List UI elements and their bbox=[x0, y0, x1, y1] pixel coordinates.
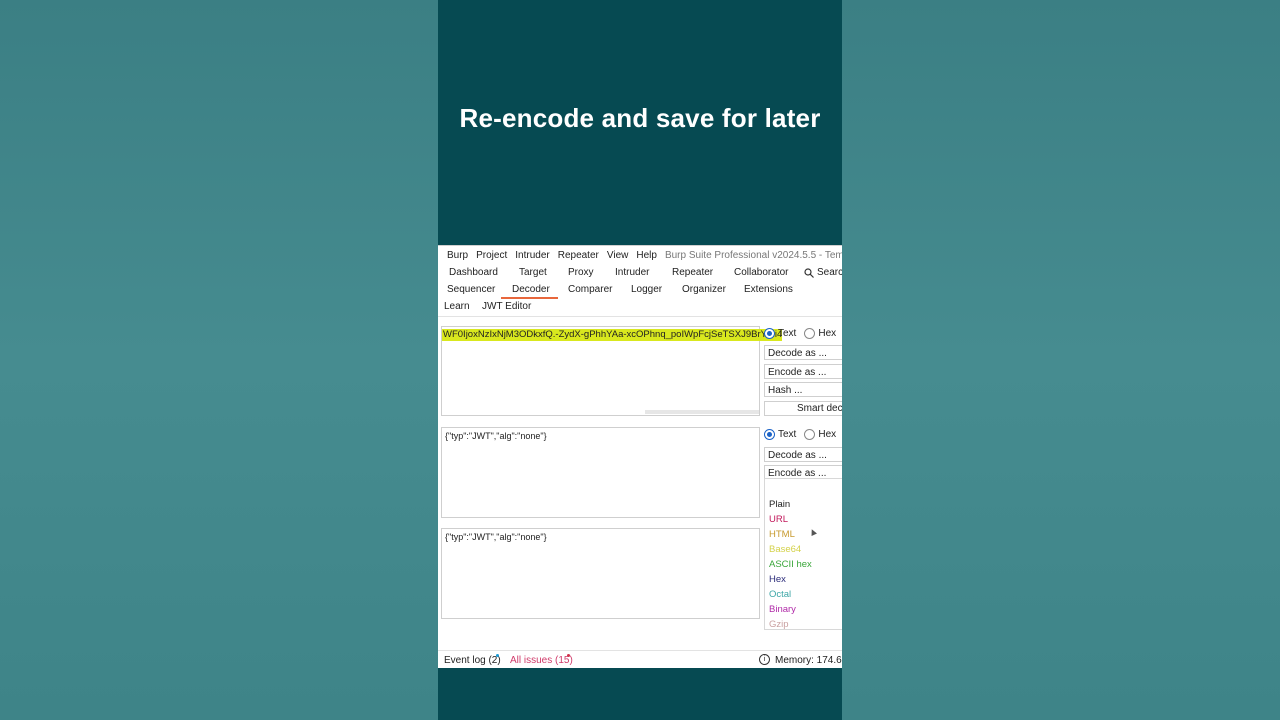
panel2-text-label: Text bbox=[778, 429, 797, 440]
tab-target[interactable]: Target bbox=[519, 267, 547, 278]
encode-option-plain[interactable]: Plain bbox=[769, 499, 790, 510]
menu-intruder[interactable]: Intruder bbox=[515, 250, 549, 261]
memory-indicator: Memory: 174.6M bbox=[775, 655, 842, 666]
encode-option-hex[interactable]: Hex bbox=[769, 574, 786, 585]
menu-repeater[interactable]: Repeater bbox=[558, 250, 599, 261]
panel1-decode-select[interactable]: Decode as ... bbox=[764, 345, 842, 360]
burp-window: Burp Project Intruder Repeater View Help… bbox=[438, 245, 842, 668]
tab-repeater[interactable]: Repeater bbox=[672, 267, 713, 278]
tab-collaborator[interactable]: Collaborator bbox=[734, 267, 788, 278]
search-icon bbox=[804, 267, 814, 278]
menu-burp[interactable]: Burp bbox=[447, 250, 468, 261]
encode-option-base64[interactable]: Base64 bbox=[769, 544, 801, 555]
encode-option-binary[interactable]: Binary bbox=[769, 604, 796, 615]
tabs-divider bbox=[438, 316, 842, 317]
panel2-content: {"typ":"JWT","alg":"none"} bbox=[445, 431, 547, 441]
search-tab[interactable]: Search bbox=[804, 267, 842, 278]
panel1-encode-select[interactable]: Encode as ... bbox=[764, 364, 842, 379]
smart-decode-button[interactable]: Smart dec bbox=[764, 401, 842, 416]
issues-dot bbox=[567, 654, 570, 657]
encode-option-octal[interactable]: Octal bbox=[769, 589, 791, 600]
panel1-format-radios: Text Hex bbox=[764, 328, 842, 339]
panel1-text-radio[interactable] bbox=[764, 328, 775, 339]
encoded-token-text: WF0IjoxNzIxNjM3ODkxfQ.-ZydX-gPhhYAa-xcOP… bbox=[442, 329, 783, 341]
panel3-content: {"typ":"JWT","alg":"none"} bbox=[445, 532, 547, 542]
tab-row-3: Learn JWT Editor bbox=[438, 299, 842, 315]
decoder-input-1[interactable]: WF0IjoxNzIxNjM3ODkxfQ.-ZydX-gPhhYAa-xcOP… bbox=[441, 326, 783, 416]
info-icon: i bbox=[759, 654, 770, 665]
tab-proxy[interactable]: Proxy bbox=[568, 267, 594, 278]
decoder-input-3[interactable]: {"typ":"JWT","alg":"none"} bbox=[441, 528, 760, 619]
decoder-input-2[interactable]: {"typ":"JWT","alg":"none"} bbox=[441, 427, 760, 518]
tab-extensions[interactable]: Extensions bbox=[744, 284, 793, 295]
tab-decoder[interactable]: Decoder bbox=[512, 284, 550, 295]
tab-logger[interactable]: Logger bbox=[631, 284, 662, 295]
menu-view[interactable]: View bbox=[607, 250, 629, 261]
tab-jwt-editor[interactable]: JWT Editor bbox=[482, 301, 531, 312]
panel1-text-label: Text bbox=[778, 328, 797, 339]
tab-sequencer[interactable]: Sequencer bbox=[447, 284, 495, 295]
panel2-hex-label: Hex bbox=[818, 429, 837, 440]
all-issues-link[interactable]: All issues (15) bbox=[510, 655, 573, 666]
panel1-hex-radio[interactable] bbox=[804, 328, 816, 339]
menu-help[interactable]: Help bbox=[636, 250, 657, 261]
video-frame: Re-encode and save for later Burp Projec… bbox=[438, 0, 842, 720]
tab-comparer[interactable]: Comparer bbox=[568, 284, 612, 295]
menu-project[interactable]: Project bbox=[476, 250, 507, 261]
panel2-format-radios: Text Hex bbox=[764, 429, 842, 440]
panel1-hex-label: Hex bbox=[818, 328, 837, 339]
tab-row-1: Dashboard Target Proxy Intruder Repeater… bbox=[438, 265, 842, 281]
tab-dashboard[interactable]: Dashboard bbox=[449, 267, 498, 278]
tab-intruder[interactable]: Intruder bbox=[615, 267, 649, 278]
search-label: Search bbox=[817, 267, 842, 278]
panel2-decode-select[interactable]: Decode as ... bbox=[764, 447, 842, 462]
encode-dropdown-menu: Plain URL HTML Base64 ASCII hex Hex Octa… bbox=[764, 478, 842, 630]
horizontal-scrollbar[interactable] bbox=[645, 410, 759, 414]
event-log-link[interactable]: Event log (2) bbox=[444, 655, 501, 666]
panel2-hex-radio[interactable] bbox=[804, 429, 816, 440]
tab-row-2: Sequencer Decoder Comparer Logger Organi… bbox=[438, 282, 842, 299]
window-title: Burp Suite Professional v2024.5.5 - Temp… bbox=[664, 250, 842, 261]
overlay-headline: Re-encode and save for later bbox=[459, 103, 821, 133]
encode-option-html[interactable]: HTML bbox=[769, 529, 795, 540]
panel1-hash-select[interactable]: Hash ... bbox=[764, 382, 842, 397]
tab-learn[interactable]: Learn bbox=[444, 301, 470, 312]
menu-bar: Burp Project Intruder Repeater View Help… bbox=[438, 246, 842, 265]
encode-option-gzip[interactable]: Gzip bbox=[769, 619, 789, 630]
tab-organizer[interactable]: Organizer bbox=[682, 284, 726, 295]
encode-option-url[interactable]: URL bbox=[769, 514, 788, 525]
background-right bbox=[842, 0, 1280, 720]
encode-option-ascii-hex[interactable]: ASCII hex bbox=[769, 559, 812, 570]
background-left bbox=[0, 0, 438, 720]
event-log-dot bbox=[496, 654, 499, 657]
panel2-text-radio[interactable] bbox=[764, 429, 775, 440]
status-bar: Event log (2) All issues (15) i Memory: … bbox=[438, 650, 842, 668]
